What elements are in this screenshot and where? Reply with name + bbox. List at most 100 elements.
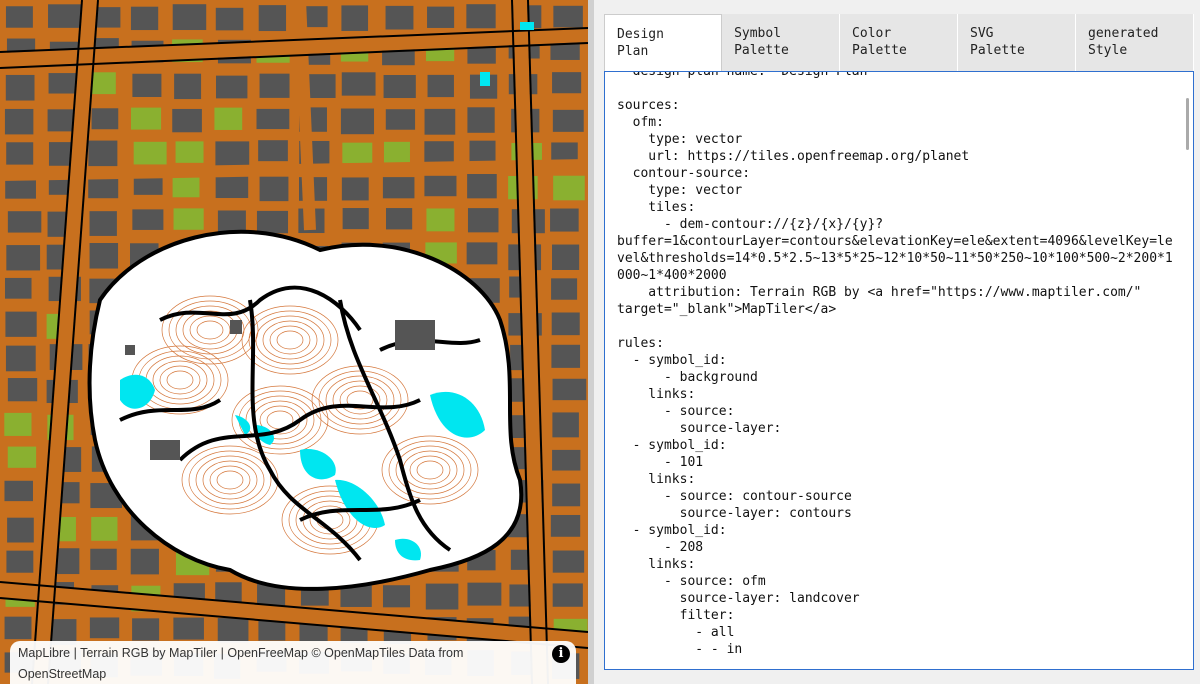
code-line[interactable]: 000~1*400*2000 (617, 267, 1173, 284)
city-block (425, 583, 459, 610)
code-text[interactable]: design-plan-name: "Design Plan" sources:… (605, 72, 1173, 658)
code-line[interactable]: source-layer: (617, 420, 1173, 437)
code-line[interactable]: - symbol_id: (617, 437, 1173, 454)
city-block (6, 550, 34, 573)
code-line[interactable]: sources: (617, 97, 1173, 114)
maplibre-link[interactable]: MapLibre (18, 646, 70, 660)
city-block (131, 107, 162, 130)
code-line[interactable]: - 101 (617, 454, 1173, 471)
city-block (382, 585, 411, 608)
city-block (7, 517, 34, 543)
city-block (341, 72, 376, 96)
terrain-rgb-link[interactable]: Terrain RGB (80, 646, 149, 660)
city-block (89, 242, 119, 269)
city-block (5, 345, 36, 372)
city-block (217, 210, 246, 232)
city-block (132, 209, 164, 230)
maptiler-link[interactable]: MapTiler (169, 646, 217, 660)
city-block (215, 7, 244, 31)
city-block (385, 208, 413, 230)
code-line[interactable]: links: (617, 556, 1173, 573)
code-line[interactable]: source-layer: landcover (617, 590, 1173, 607)
city-block (342, 208, 369, 230)
city-block (91, 108, 119, 130)
yaml-editor[interactable]: design-plan-name: "Design Plan" sources:… (604, 71, 1194, 670)
code-line[interactable]: - source: ofm (617, 573, 1173, 590)
city-block (6, 245, 41, 271)
code-line[interactable]: buffer=1&contourLayer=contours&elevation… (617, 233, 1173, 250)
city-block (133, 141, 167, 165)
map-view[interactable]: MapLibre | Terrain RGB by MapTiler | Ope… (0, 0, 588, 684)
code-line[interactable]: - 208 (617, 539, 1173, 556)
code-line[interactable] (617, 80, 1173, 97)
code-line[interactable]: - source: contour-source (617, 488, 1173, 505)
code-line[interactable]: - symbol_id: (617, 522, 1173, 539)
city-block (552, 412, 579, 438)
code-line[interactable]: links: (617, 471, 1173, 488)
city-block (552, 109, 584, 132)
city-block (427, 74, 454, 98)
city-block (385, 109, 416, 130)
code-line[interactable]: tiles: (617, 199, 1173, 216)
tab-bar: Design Plan Symbol Palette Color Palette… (604, 14, 1194, 71)
code-line[interactable]: - symbol_id: (617, 352, 1173, 369)
city-block (258, 5, 287, 32)
code-line[interactable]: ofm: (617, 114, 1173, 131)
city-block (467, 208, 499, 233)
tab-generated-style[interactable]: generated Style (1076, 14, 1194, 71)
city-block (552, 483, 581, 507)
code-line[interactable]: target="_blank">MapTiler</a> (617, 301, 1173, 318)
city-block (259, 176, 289, 202)
tab-color-palette[interactable]: Color Palette (840, 14, 959, 71)
tab-symbol-palette[interactable]: Symbol Palette (722, 14, 841, 71)
code-line[interactable]: type: vector (617, 182, 1173, 199)
openmaptiles-link[interactable]: © OpenMapTiles (312, 646, 406, 660)
code-line[interactable]: - - in (617, 641, 1173, 658)
city-block (552, 378, 587, 401)
city-block (89, 617, 120, 639)
code-line[interactable]: design-plan-name: "Design Plan" (617, 72, 1173, 80)
code-line[interactable]: - source: (617, 403, 1173, 420)
city-block (130, 6, 159, 31)
code-line[interactable]: contour-source: (617, 165, 1173, 182)
code-line[interactable]: source-layer: contours (617, 505, 1173, 522)
editor-scrollbar[interactable] (1186, 98, 1189, 150)
openfreemap-link[interactable]: OpenFreeMap (227, 646, 308, 660)
city-block (550, 514, 581, 537)
code-line[interactable]: vel&thresholds=14*0.5*2.5~13*5*25~12*10*… (617, 250, 1173, 267)
city-block (5, 177, 36, 199)
city-block (256, 210, 289, 234)
city-block (5, 6, 33, 28)
info-icon[interactable]: i (552, 645, 570, 663)
code-line[interactable]: attribution: Terrain RGB by <a href="htt… (617, 284, 1173, 301)
map-canvas[interactable] (0, 0, 588, 684)
city-block (426, 208, 455, 232)
code-line[interactable]: - background (617, 369, 1173, 386)
code-line[interactable]: rules: (617, 335, 1173, 352)
code-line[interactable]: links: (617, 386, 1173, 403)
city-block (467, 582, 502, 606)
city-block (427, 6, 455, 28)
city-block (215, 75, 248, 99)
code-line[interactable]: filter: (617, 607, 1173, 624)
city-block (340, 108, 375, 135)
code-line[interactable] (617, 318, 1173, 335)
city-block (90, 548, 117, 570)
city-block (132, 618, 160, 641)
city-block (552, 583, 583, 607)
openstreetmap-link[interactable]: OpenStreetMap (18, 667, 106, 681)
tab-design-plan[interactable]: Design Plan (604, 14, 723, 71)
city-block (217, 618, 249, 643)
city-block (551, 278, 578, 300)
map-attribution: MapLibre | Terrain RGB by MapTiler | Ope… (10, 641, 576, 684)
city-block (553, 175, 585, 201)
city-block (7, 378, 38, 402)
city-block (4, 108, 34, 135)
code-line[interactable]: type: vector (617, 131, 1173, 148)
code-line[interactable]: - all (617, 624, 1173, 641)
code-line[interactable]: - dem-contour://{z}/{x}/{y}? (617, 216, 1173, 233)
code-line[interactable]: url: https://tiles.openfreemap.org/plane… (617, 148, 1173, 165)
tab-svg-palette[interactable]: SVG Palette (958, 14, 1077, 71)
city-block (7, 446, 37, 468)
city-block (172, 4, 207, 31)
